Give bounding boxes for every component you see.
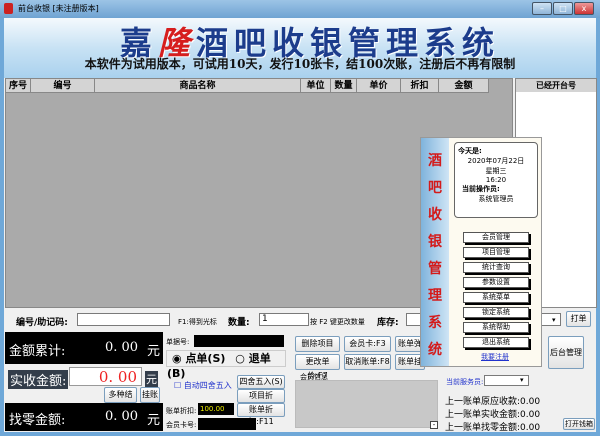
change-unit: 元 <box>147 413 161 428</box>
bill-discount-button[interactable]: 账单折扣:F11 <box>237 403 285 426</box>
side-char: 酒 <box>428 153 442 169</box>
change-price-button[interactable]: 更改单价:F7 <box>295 354 340 380</box>
item-management-button[interactable]: 项目管理 <box>463 247 529 258</box>
sum-value: 0. 00 <box>105 340 139 355</box>
lock-system-button[interactable]: 锁定系统 <box>463 307 529 318</box>
collapse-icon[interactable]: - <box>430 421 438 429</box>
banner-subtitle: 本软件为试用版本，可试用10天，发行10张卡，结100次账，注册后不再有限制 <box>84 57 516 71</box>
register-link[interactable]: 我要注册 <box>481 352 509 362</box>
sum-panel: 金额累计: 0. 00 元 <box>5 332 163 364</box>
weekday: 星期三 <box>485 167 507 175</box>
popup-side-banner: 酒 吧 收 银 管 理 系 统 <box>421 138 449 366</box>
col-header[interactable]: 序号 <box>6 79 31 93</box>
window-title: 前台收银 [未注册版本] <box>18 4 99 13</box>
col-header[interactable]: 折扣 <box>401 79 439 93</box>
round-button[interactable]: 四舍五入(S) <box>237 375 285 389</box>
member-info-box <box>295 380 438 428</box>
f2-hint: 按 F2 键更改数量 <box>310 318 365 326</box>
last-due: 上一账单原应收款:0.00 <box>445 397 541 407</box>
last-change: 上一账单找零金额:0.00 <box>445 423 541 433</box>
col-header[interactable]: 编号 <box>31 79 95 93</box>
system-menu-popup: 酒 吧 收 银 管 理 系 统 今天是: 2020年07月22日 星期三 16:… <box>420 137 542 367</box>
order-radio[interactable]: ◉ 点单(S) <box>172 352 225 365</box>
change-panel: 找零金额: 0. 00 元 <box>5 403 163 431</box>
f1-hint: F1:得到光标 <box>178 318 217 326</box>
side-char: 统 <box>428 342 442 358</box>
qty-label: 数量: <box>228 318 250 328</box>
exit-button[interactable]: 退出系统 <box>463 337 529 348</box>
waiter-label: 当前服务员: <box>446 378 484 386</box>
close-button[interactable]: x <box>574 2 594 15</box>
member-management-button[interactable]: 会员管理 <box>463 232 529 243</box>
operator: 系统管理员 <box>478 195 514 203</box>
time: 16:20 <box>485 176 507 184</box>
side-char: 收 <box>428 207 442 223</box>
auto-round-checkbox[interactable]: ☐ 自动四舍五入 <box>174 380 232 391</box>
side-char: 理 <box>428 288 442 304</box>
member-card-label: 会员卡号: <box>166 421 197 429</box>
col-header[interactable]: 商品名称 <box>95 79 301 93</box>
paid-unit: 元 <box>145 371 158 387</box>
paid-label: 实收金额: <box>8 370 69 389</box>
cancel-bill-button[interactable]: 取消账单:F8 <box>344 354 391 370</box>
member-card-button[interactable]: 会员卡:F3 <box>344 336 391 352</box>
chevron-down-icon[interactable]: ▾ <box>520 376 524 384</box>
col-header[interactable]: 数量 <box>331 79 357 93</box>
chevron-down-icon[interactable]: ▾ <box>552 316 556 324</box>
qty-input[interactable]: 1 <box>259 313 309 326</box>
bill-no-label: 单据号: <box>166 338 190 346</box>
multi-pay-button[interactable]: 多种结账 <box>104 387 137 413</box>
app-icon <box>4 3 13 14</box>
sum-unit: 元 <box>147 344 161 359</box>
sum-label: 金额累计: <box>9 344 66 359</box>
minimize-button[interactable]: – <box>532 2 552 15</box>
bill-discount-label: 账单折扣: <box>166 407 197 415</box>
backend-button[interactable]: 后台管理 <box>548 336 584 369</box>
operator-label: 当前操作员: <box>462 185 500 193</box>
open-tables-header: 已经开台号 <box>516 79 596 92</box>
code-label: 编号/助记码: <box>16 318 68 328</box>
side-char: 吧 <box>428 180 442 196</box>
print-button[interactable]: 打单 <box>566 311 591 327</box>
hang-button[interactable]: 挂账 <box>140 387 160 403</box>
change-value: 0. 00 <box>105 409 139 424</box>
maximize-button[interactable]: □ <box>553 2 573 15</box>
side-char: 银 <box>428 234 442 250</box>
member-card-field[interactable] <box>198 418 256 430</box>
col-header[interactable]: 单价 <box>357 79 401 93</box>
title-bar: 前台收银 [未注册版本] – □ x <box>0 0 600 18</box>
order-mode-group: ◉ 点单(S) ○ 退单(B) <box>166 350 286 380</box>
last-paid: 上一账单实收金额:0.00 <box>445 410 541 420</box>
bill-no-field <box>194 335 284 347</box>
today-label: 今天是: <box>458 147 482 155</box>
stock-label: 库存: <box>377 318 399 328</box>
code-input[interactable] <box>77 313 170 326</box>
side-char: 管 <box>428 261 442 277</box>
delete-item-button[interactable]: 删除项目(D) <box>295 336 340 362</box>
change-label: 找零金额: <box>9 413 66 428</box>
status-info-box: 今天是: 2020年07月22日 星期三 16:20 当前操作员: 系统管理员 <box>454 142 538 218</box>
help-button[interactable]: 系统帮助 <box>463 322 529 333</box>
bill-discount-field[interactable]: 100.00 <box>198 403 234 415</box>
paid-input[interactable]: 0. 00 <box>69 367 142 386</box>
statistics-button[interactable]: 统计查询 <box>463 262 529 273</box>
side-char: 系 <box>428 315 442 331</box>
item-discount-button[interactable]: 项目折扣:F10 <box>237 389 285 412</box>
col-header[interactable]: 金额 <box>439 79 489 93</box>
col-header[interactable]: 单位 <box>301 79 331 93</box>
settings-button[interactable]: 参数设置 <box>463 277 529 288</box>
open-drawer-button[interactable]: 打开钱箱 <box>563 418 595 430</box>
system-menu-button[interactable]: 系统菜单 <box>463 292 529 303</box>
date: 2020年07月22日 <box>467 157 525 165</box>
